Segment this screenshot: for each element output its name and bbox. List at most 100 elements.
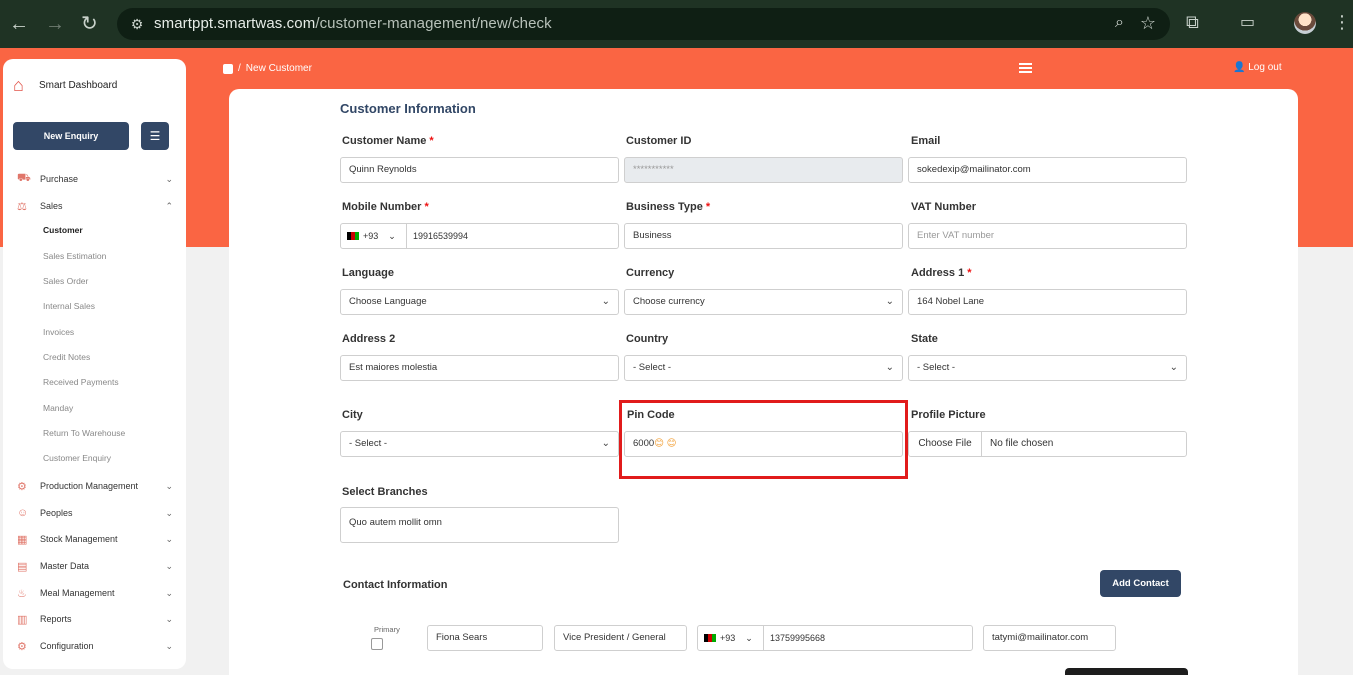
sidebar-subitem-sales-order[interactable]: Sales Order: [43, 276, 88, 286]
sidebar-item-production-management[interactable]: ⚙ Production Management ⌄: [17, 477, 173, 495]
configuration-icon: ⚙: [17, 640, 27, 653]
kebab-menu-icon[interactable]: ⋮: [1333, 12, 1351, 33]
sidebar-item-label: Production Management: [40, 481, 139, 491]
city-select[interactable]: - Select - ⌄: [340, 431, 619, 457]
language-select[interactable]: Choose Language ⌄: [340, 289, 619, 315]
chevron-down-icon: ⌄: [601, 438, 610, 449]
back-icon[interactable]: ←: [9, 12, 29, 36]
chevron-down-icon: ⌄: [388, 231, 396, 241]
contact-email-input[interactable]: tatymi@mailinator.com: [983, 625, 1116, 651]
email-label: Email: [911, 135, 941, 147]
chevron-up-icon: ⌃: [165, 200, 173, 211]
chevron-down-icon: ⌄: [165, 480, 173, 491]
forward-icon[interactable]: →: [45, 12, 65, 36]
business-type-input[interactable]: Business: [624, 223, 903, 249]
address-bar[interactable]: ⚙ smartppt.smartwas.com/customer-managem…: [117, 8, 1170, 40]
new-enquiry-button[interactable]: New Enquiry: [13, 122, 129, 150]
mobile-number-input[interactable]: 19916539994: [413, 224, 468, 248]
master-data-icon: ▤: [17, 560, 28, 573]
file-status-text: No file chosen: [990, 438, 1054, 449]
extensions-icon[interactable]: ⧉: [1186, 12, 1199, 33]
sidebar-item-stock-management[interactable]: ▦ Stock Management ⌄: [17, 530, 173, 548]
chevron-down-icon: ⌄: [885, 362, 894, 373]
sidebar-item-label: Master Data: [40, 561, 90, 571]
customer-name-input[interactable]: Quinn Reynolds: [340, 157, 619, 183]
choose-file-button[interactable]: Choose File: [909, 432, 982, 456]
state-select[interactable]: - Select - ⌄: [908, 355, 1187, 381]
sidebar-subitem-sales-estimation[interactable]: Sales Estimation: [43, 251, 106, 261]
sidebar-subitem-customer[interactable]: Customer: [43, 225, 83, 235]
zoom-icon[interactable]: ⌕: [1115, 14, 1124, 32]
home-icon[interactable]: [223, 63, 233, 74]
sidebar-subitem-internal-sales[interactable]: Internal Sales: [43, 301, 95, 311]
pin-code-highlight-box: [619, 400, 908, 479]
profile-avatar[interactable]: [1294, 12, 1316, 34]
people-icon: ☺: [17, 507, 29, 519]
breadcrumb-separator: /: [238, 63, 241, 74]
business-type-label: Business Type *: [626, 201, 711, 213]
country-code-select[interactable]: +93 ⌄: [341, 224, 407, 248]
address1-input[interactable]: 164 Nobel Lane: [908, 289, 1187, 315]
contact-phone-input[interactable]: 13759995668: [770, 626, 825, 650]
site-info-icon[interactable]: ⚙: [128, 15, 146, 33]
sidebar-item-label: Peoples: [40, 508, 73, 518]
sidebar-item-label: Purchase: [40, 174, 79, 184]
add-contact-button[interactable]: Add Contact: [1100, 570, 1181, 597]
submit-button[interactable]: [1065, 668, 1188, 675]
contact-country-code-select[interactable]: +93 ⌄: [698, 626, 764, 650]
select-branches-input[interactable]: Quo autem mollit omn: [340, 507, 619, 543]
primary-checkbox[interactable]: [371, 638, 383, 650]
sales-icon: ⚖: [17, 200, 27, 213]
reload-icon[interactable]: ↻: [81, 12, 98, 36]
sidebar-item-label: Reports: [40, 614, 72, 624]
address2-label: Address 2: [342, 333, 396, 345]
cast-icon[interactable]: ▭: [1240, 12, 1255, 32]
customer-name-label: Customer Name *: [342, 135, 434, 147]
sidebar-item-master-data[interactable]: ▤ Master Data ⌄: [17, 557, 173, 575]
logout-link[interactable]: 👤 Log out: [1233, 62, 1282, 73]
hamburger-icon[interactable]: [1019, 63, 1032, 73]
sidebar-toggle-button[interactable]: ☰: [141, 122, 169, 150]
customer-id-input: ***********: [624, 157, 903, 183]
contact-phone-field[interactable]: +93 ⌄ 13759995668: [697, 625, 973, 651]
address1-label: Address 1 *: [911, 267, 972, 279]
country-select[interactable]: - Select - ⌄: [624, 355, 903, 381]
address2-input[interactable]: Est maiores molestia: [340, 355, 619, 381]
sidebar-item-purchase[interactable]: ⛟ Purchase ⌄: [17, 170, 173, 188]
country-label: Country: [626, 333, 669, 345]
contact-name-input[interactable]: Fiona Sears: [427, 625, 543, 651]
sidebar-item-reports[interactable]: ▥ Reports ⌄: [17, 610, 173, 628]
production-icon: ⚙: [17, 480, 27, 493]
breadcrumb-current: New Customer: [245, 63, 312, 74]
chevron-down-icon: ⌄: [885, 296, 894, 307]
sidebar-subitem-invoices[interactable]: Invoices: [43, 327, 74, 337]
sidebar-item-configuration[interactable]: ⚙ Configuration ⌄: [17, 637, 173, 655]
sidebar-subitem-manday[interactable]: Manday: [43, 403, 73, 413]
sidebar-subitem-customer-enquiry[interactable]: Customer Enquiry: [43, 453, 111, 463]
sidebar-item-peoples[interactable]: ☺ Peoples ⌄: [17, 504, 173, 522]
vat-number-input[interactable]: Enter VAT number: [908, 223, 1187, 249]
email-input[interactable]: sokedexip@mailinator.com: [908, 157, 1187, 183]
bookmark-star-icon[interactable]: ☆: [1140, 13, 1156, 34]
chevron-down-icon: ⌄: [601, 296, 610, 307]
chevron-down-icon: ⌄: [1169, 362, 1178, 373]
sidebar-subitem-return-to-warehouse[interactable]: Return To Warehouse: [43, 428, 125, 438]
sidebar-item-meal-management[interactable]: ♨ Meal Management ⌄: [17, 584, 173, 602]
sidebar-subitem-credit-notes[interactable]: Credit Notes: [43, 352, 90, 362]
section-title: Customer Information: [340, 101, 476, 116]
brand-logo[interactable]: ⌂ Smart Dashboard: [13, 75, 117, 95]
sidebar-item-label: Sales: [40, 201, 63, 211]
meal-icon: ♨: [17, 587, 27, 600]
sidebar-item-label: Configuration: [40, 641, 94, 651]
url-text: smartppt.smartwas.com/customer-managemen…: [154, 15, 552, 32]
mobile-number-field[interactable]: +93 ⌄ 19916539994: [340, 223, 619, 249]
store-icon: ⌂: [13, 75, 24, 95]
sidebar-subitem-received-payments[interactable]: Received Payments: [43, 377, 119, 387]
mobile-number-label: Mobile Number *: [342, 201, 429, 213]
vat-number-label: VAT Number: [911, 201, 976, 213]
contact-designation-input[interactable]: Vice President / General: [554, 625, 687, 651]
chevron-down-icon: ⌄: [165, 507, 173, 518]
currency-select[interactable]: Choose currency ⌄: [624, 289, 903, 315]
city-label: City: [342, 409, 363, 421]
sidebar-item-sales[interactable]: ⚖ Sales ⌃: [17, 197, 173, 215]
